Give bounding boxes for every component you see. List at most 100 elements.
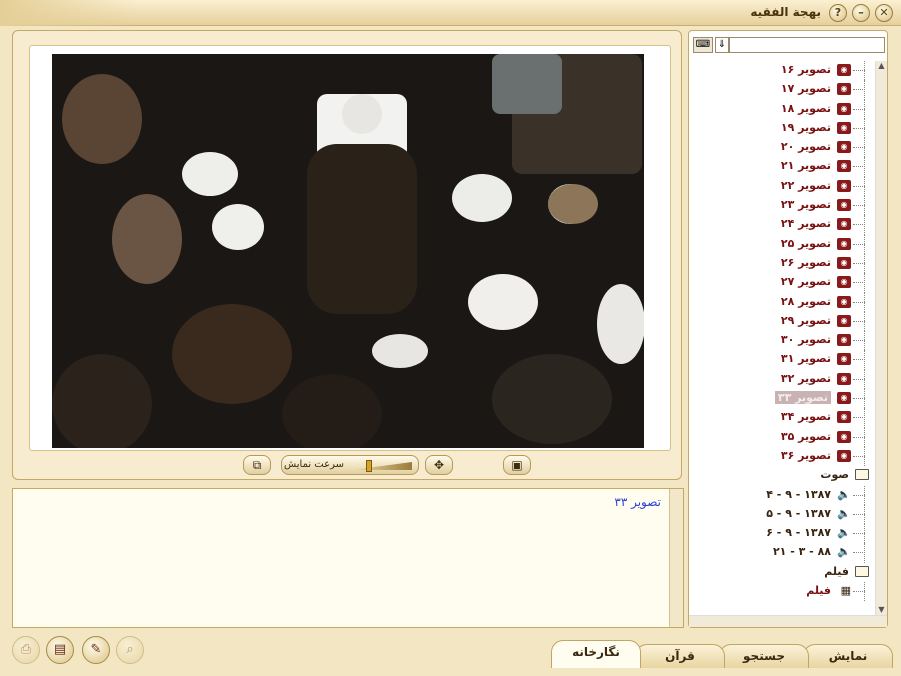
tree-line [853,340,865,342]
camera-icon: ◉ [837,334,851,347]
tree-item-image[interactable]: ◉ تصویر ۲۱ [689,157,875,177]
tree-item-label: تصویر ۲۷ [780,275,831,289]
image-canvas [29,45,671,451]
tree-item-label: فیلم [806,584,831,598]
tree-folder-label: فیلم [824,564,849,578]
tree-item-image[interactable]: ◉ تصویر ۱۸ [689,99,875,119]
zoom-icon[interactable]: ⌕ [116,636,144,664]
tree-item-label: ۱۳۸۷ - ۹ - ۴ [766,487,831,501]
speed-slider[interactable]: سرعت نمایش [281,455,419,475]
tab-gallery[interactable]: نگارخانه [551,640,641,668]
tree-item-image[interactable]: ◉ تصویر ۳۵ [689,427,875,447]
speed-thumb[interactable] [366,460,372,472]
folder-open-icon [855,565,869,577]
gallery-tree-panel: ⌨ ⇓ ◉ تصویر ۱۶ ◉ تصویر ۱۷ ◉ تصویر ۱۸ ◉ تصویر ۱۹… [688,30,888,628]
tree-item-image[interactable]: ◉ تصویر ۲۵ [689,234,875,254]
tree-item-image[interactable]: ◉ تصویر ۲۳ [689,196,875,216]
camera-icon: ◉ [837,64,851,76]
tree-line [853,398,865,400]
slideshow-icon[interactable]: ⧉ [243,455,271,475]
tree-item-image[interactable]: ◉ تصویر ۲۷ [689,273,875,293]
gallery-photo[interactable] [52,54,644,448]
search-row: ⌨ ⇓ [693,36,885,56]
tree-line [853,108,865,110]
camera-icon: ◉ [837,372,851,385]
tree-item-audio[interactable]: 🔈 ۸۸ - ۳ - ۲۱ [689,543,875,563]
tab-display[interactable]: نمایش [803,644,893,668]
tree-item-label: تصویر ۲۹ [780,313,831,327]
tree-item-image[interactable]: ◉ تصویر ۳۲ [689,369,875,390]
tree-line [853,205,865,207]
tree-line [853,378,865,380]
tree-item-image[interactable]: ◉ تصویر ۲۸ [689,292,875,312]
speaker-icon: 🔈 [837,487,851,501]
camera-icon: ◉ [837,102,851,115]
tree-item-image[interactable]: ◉ تصویر ۲۲ [689,176,875,197]
tree-item-image[interactable]: ◉ تصویر ۳۰ [689,331,875,351]
print-icon[interactable]: ⎙ [12,636,40,664]
tree-line [853,359,865,361]
tab-quran[interactable]: قرآن [635,644,725,668]
camera-icon: ◉ [837,160,851,173]
speed-label: سرعت نمایش [283,459,344,470]
tree-line [853,147,865,149]
camera-icon: ◉ [837,179,851,192]
folder-open-icon [855,469,869,481]
tree-folder-video[interactable]: فیلم [689,563,875,582]
fullscreen-icon[interactable]: ✥ [425,455,453,475]
tree-line [853,89,865,91]
tree-item-label: تصویر ۳۰ [780,333,831,347]
tree-folder-label: صوت [820,468,849,482]
tree-item-image[interactable]: ◉ تصویر ۲۰ [689,138,875,158]
camera-icon: ◉ [837,392,851,405]
book-icon[interactable]: ▤ [46,636,74,664]
tree-item-image[interactable]: ◉ تصویر ۲۴ [689,215,875,235]
tree-item-image[interactable]: ◉ تصویر ۱۹ [689,118,875,139]
film-icon: ▦ [840,584,851,598]
tree-item-image[interactable]: ◉ تصویر ۳۳ [689,389,875,409]
search-input[interactable] [729,37,885,53]
camera-icon: ◉ [837,141,851,154]
tree-scrollbar[interactable]: ▲ ▼ [875,61,887,617]
camera-icon: ◉ [837,199,851,212]
tree-item-label: تصویر ۲۴ [780,217,831,231]
tree-item-label: تصویر ۲۲ [780,178,831,192]
tree-item-label: ۱۳۸۷ - ۹ - ۵ [766,506,831,520]
tree-line [853,494,865,496]
tree-item-audio[interactable]: 🔈 ۱۳۸۷ - ۹ - ۶ [689,524,875,544]
caption-scrollbar[interactable] [669,489,683,627]
minimize-icon[interactable]: – [852,4,870,22]
title-decoration [0,0,140,26]
tree-item-label: تصویر ۳۶ [780,448,831,462]
tree-item-image[interactable]: ◉ تصویر ۱۶ [689,61,875,81]
tree-line [853,262,865,264]
help-icon[interactable]: ? [829,4,847,22]
tree-horizontal-scrollbar[interactable] [689,615,887,627]
tree-item-image[interactable]: ◉ تصویر ۱۷ [689,80,875,100]
tree-line [853,417,865,419]
tree-item-audio[interactable]: 🔈 ۱۳۸۷ - ۹ - ۴ [689,485,875,505]
tree-folder-audio[interactable]: صوت [689,466,875,485]
tree-item-image[interactable]: ◉ تصویر ۳۱ [689,350,875,370]
tree-item-image[interactable]: ◉ تصویر ۲۶ [689,253,875,274]
down-arrow-icon[interactable]: ⇓ [715,37,729,53]
tree-item-label: ۱۳۸۷ - ۹ - ۶ [766,526,831,540]
keyboard-icon[interactable]: ⌨ [693,37,713,53]
speaker-icon: 🔈 [837,545,851,559]
tree-item-image[interactable]: ◉ تصویر ۳۶ [689,446,875,467]
tab-search[interactable]: جستجو [719,644,809,668]
close-icon[interactable]: ✕ [875,4,893,22]
camera-icon: ◉ [837,218,851,231]
save-icon[interactable]: ▣ [503,455,531,475]
scroll-up-icon[interactable]: ▲ [876,61,887,73]
tree-item-image[interactable]: ◉ تصویر ۳۴ [689,408,875,428]
tree-item-label: تصویر ۳۴ [780,410,831,424]
tree-item-image[interactable]: ◉ تصویر ۲۹ [689,311,875,332]
edit-icon[interactable]: ✎ [82,636,110,664]
tree-item-label: تصویر ۱۶ [780,63,831,76]
tree-item-video[interactable]: ▦ فیلم [689,582,875,602]
tree-item-audio[interactable]: 🔈 ۱۳۸۷ - ۹ - ۵ [689,504,875,525]
tree-item-label: تصویر ۳۵ [780,429,831,443]
tree-line [853,455,865,457]
tree-line [853,224,865,226]
